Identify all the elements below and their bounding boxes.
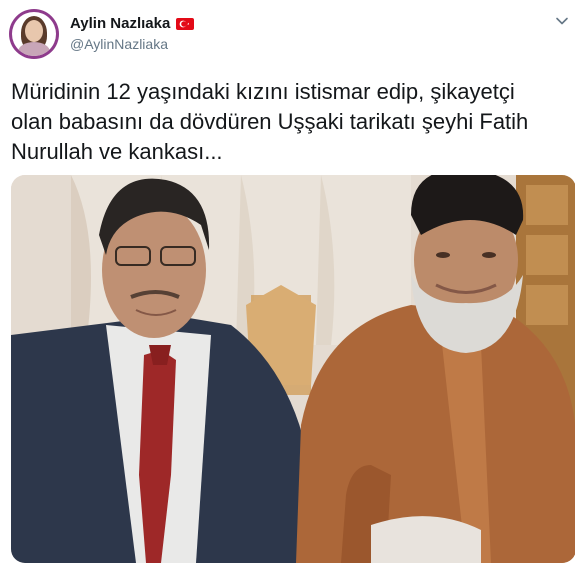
tweet-photo[interactable] <box>11 175 575 563</box>
turkey-flag-icon <box>176 17 195 30</box>
author-handle[interactable]: @AylinNazliaka <box>70 36 168 52</box>
avatar-face <box>25 20 43 42</box>
avatar-body <box>18 42 50 56</box>
avatar-ring <box>12 12 56 56</box>
profile-avatar[interactable] <box>9 9 59 59</box>
author-name-row: Aylin Nazlıaka <box>70 15 195 32</box>
tweet-text: Müridinin 12 yaşındaki kızını istismar e… <box>11 79 529 164</box>
photo-drawing <box>11 175 575 563</box>
chevron-down-icon[interactable] <box>555 14 569 28</box>
author-display-name[interactable]: Aylin Nazlıaka <box>70 15 170 32</box>
tweet-card: Aylin Nazlıaka @AylinNazliaka Müridinin … <box>0 0 575 569</box>
